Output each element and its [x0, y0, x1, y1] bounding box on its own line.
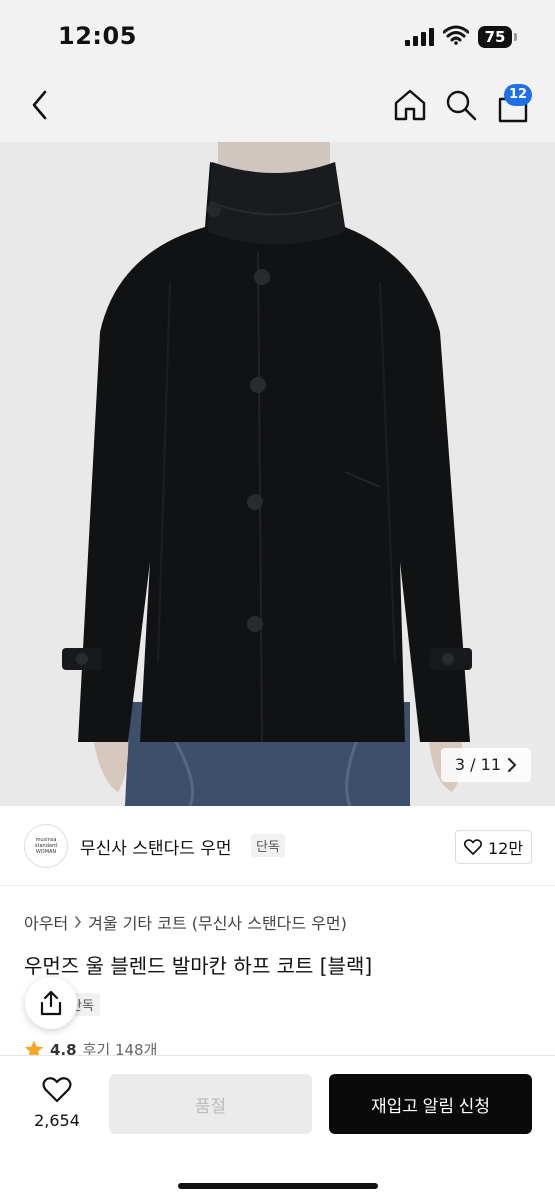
brand-exclusive-badge: 단독: [251, 834, 285, 857]
cart-count-badge: 12: [504, 84, 532, 106]
brand-row: musinsa standard WOMAN 무신사 스탠다드 우먼 단독 12…: [0, 806, 555, 886]
coat-photo: [0, 142, 555, 806]
chevron-right-icon: [508, 758, 517, 772]
battery-icon: 75: [478, 26, 518, 48]
product-like-count: 2,654: [34, 1111, 80, 1130]
cellular-signal-icon: [405, 28, 434, 46]
heart-icon: [42, 1077, 72, 1103]
product-like-button[interactable]: 2,654: [22, 1076, 92, 1130]
wifi-icon: [443, 25, 469, 45]
status-time: 12:05: [58, 22, 137, 50]
image-counter-button[interactable]: 3 / 11: [440, 748, 531, 782]
share-button[interactable]: [25, 977, 77, 1029]
breadcrumb-category[interactable]: 아우터: [24, 910, 68, 934]
share-icon: [40, 990, 62, 1016]
product-image[interactable]: 3 / 11: [0, 142, 555, 806]
heart-icon: [463, 839, 482, 855]
search-icon[interactable]: [444, 87, 478, 123]
status-bar: 12:05 75: [0, 0, 555, 72]
home-icon[interactable]: [392, 87, 428, 123]
restock-alert-button[interactable]: 재입고 알림 신청: [329, 1074, 532, 1134]
brand-logo-line: WOMAN: [35, 849, 57, 855]
breadcrumb-subcategory[interactable]: 겨울 기타 코트 (무신사 스탠다드 우먼): [88, 910, 347, 934]
brand-like-count: 12만: [487, 839, 524, 858]
brand-like-button[interactable]: 12만: [455, 830, 532, 864]
image-counter-text: 3 / 11: [454, 755, 501, 774]
battery-level: 75: [478, 26, 512, 48]
brand-logo[interactable]: musinsa standard WOMAN: [24, 824, 68, 868]
soldout-button: 품절: [109, 1074, 312, 1134]
brand-name-link[interactable]: 무신사 스탠다드 우먼: [80, 834, 232, 859]
bottom-action-bar: 2,654 품절 재입고 알림 신청: [0, 1055, 555, 1200]
breadcrumb: 아우터 겨울 기타 코트 (무신사 스탠다드 우먼): [24, 910, 347, 934]
chevron-right-icon: [75, 916, 82, 928]
home-indicator: [178, 1183, 378, 1189]
back-arrow-icon[interactable]: [26, 88, 56, 122]
product-title: 우먼즈 울 블렌드 발마칸 하프 코트 [블랙]: [24, 954, 373, 978]
top-nav-bar: 12: [0, 72, 555, 142]
